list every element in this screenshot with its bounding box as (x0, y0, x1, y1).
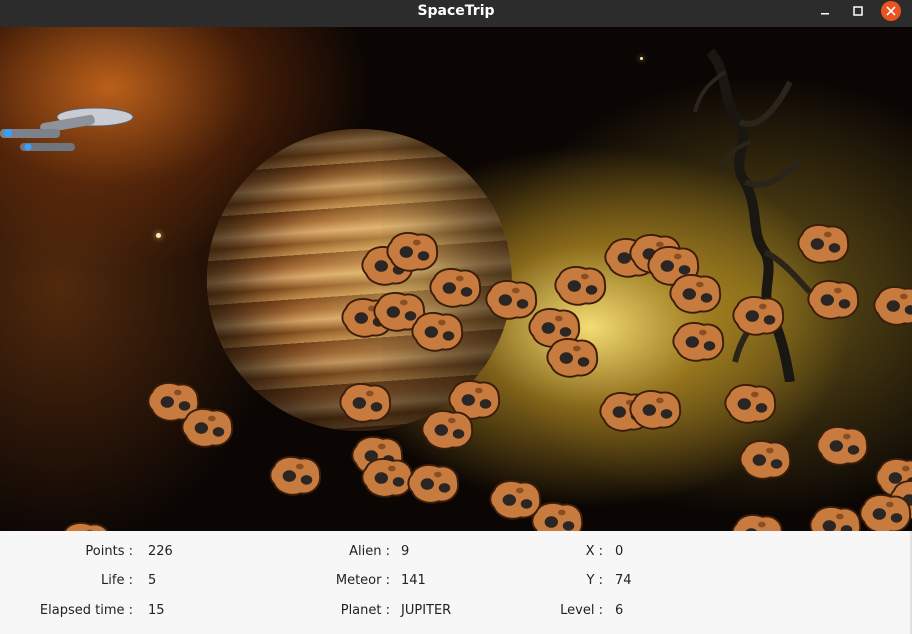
level-label: Level : (560, 603, 603, 618)
meteor-icon (181, 408, 234, 448)
meteor-icon (531, 502, 584, 531)
meteor-icon (731, 514, 784, 531)
meteor-icon (724, 384, 777, 424)
meteor-icon (421, 410, 474, 450)
game-scene[interactable] (0, 27, 912, 531)
meteor-icon (739, 440, 792, 480)
meteor-icon (629, 390, 682, 430)
points-value: 226 (148, 544, 173, 559)
life-label: Life : (101, 573, 133, 588)
meteor-icon (669, 274, 722, 314)
x-label: X : (585, 544, 603, 559)
meteor-icon (732, 296, 785, 336)
status-panel: Points : 226 Life : 5 Elapsed time : 15 … (0, 531, 912, 634)
maximize-button[interactable] (845, 0, 871, 22)
meteor-icon (546, 338, 599, 378)
meteor-value: 141 (401, 573, 426, 588)
meteor-icon (59, 522, 112, 531)
alien-value: 9 (401, 544, 410, 559)
planet-value: JUPITER (401, 603, 452, 618)
elapsed-time-label: Elapsed time : (39, 603, 133, 618)
title-bar: SpaceTrip (0, 0, 912, 27)
meteor-icon (809, 506, 862, 531)
meteor-icon (672, 322, 725, 362)
meteor-icon (797, 224, 850, 264)
planet-label: Planet : (340, 603, 390, 618)
maximize-icon (853, 6, 863, 16)
meteor-icon (407, 464, 460, 504)
meteor-icon (429, 268, 482, 308)
close-icon (886, 6, 896, 16)
close-button[interactable] (880, 0, 902, 22)
meteor-icon (859, 494, 912, 531)
window-title: SpaceTrip (417, 3, 495, 19)
meteor-icon (816, 426, 869, 466)
y-label: Y : (586, 573, 603, 588)
meteor-icon (269, 456, 322, 496)
alien-label: Alien : (349, 544, 390, 559)
life-value: 5 (148, 573, 157, 588)
meteor-icon (807, 280, 860, 320)
star (156, 233, 161, 238)
meteor-label: Meteor : (335, 573, 390, 588)
points-label: Points : (85, 544, 133, 559)
spaceship-icon (0, 107, 134, 151)
meteor-icon (411, 312, 464, 352)
level-value: 6 (615, 603, 624, 618)
meteor-icon (873, 286, 912, 326)
meteor-icon (554, 266, 607, 306)
minimize-button[interactable] (812, 0, 838, 22)
minimize-icon (821, 13, 829, 15)
meteor-icon (339, 383, 392, 423)
star (640, 57, 643, 60)
x-value: 0 (615, 544, 624, 559)
elapsed-time-value: 15 (148, 603, 165, 618)
y-value: 74 (615, 573, 632, 588)
